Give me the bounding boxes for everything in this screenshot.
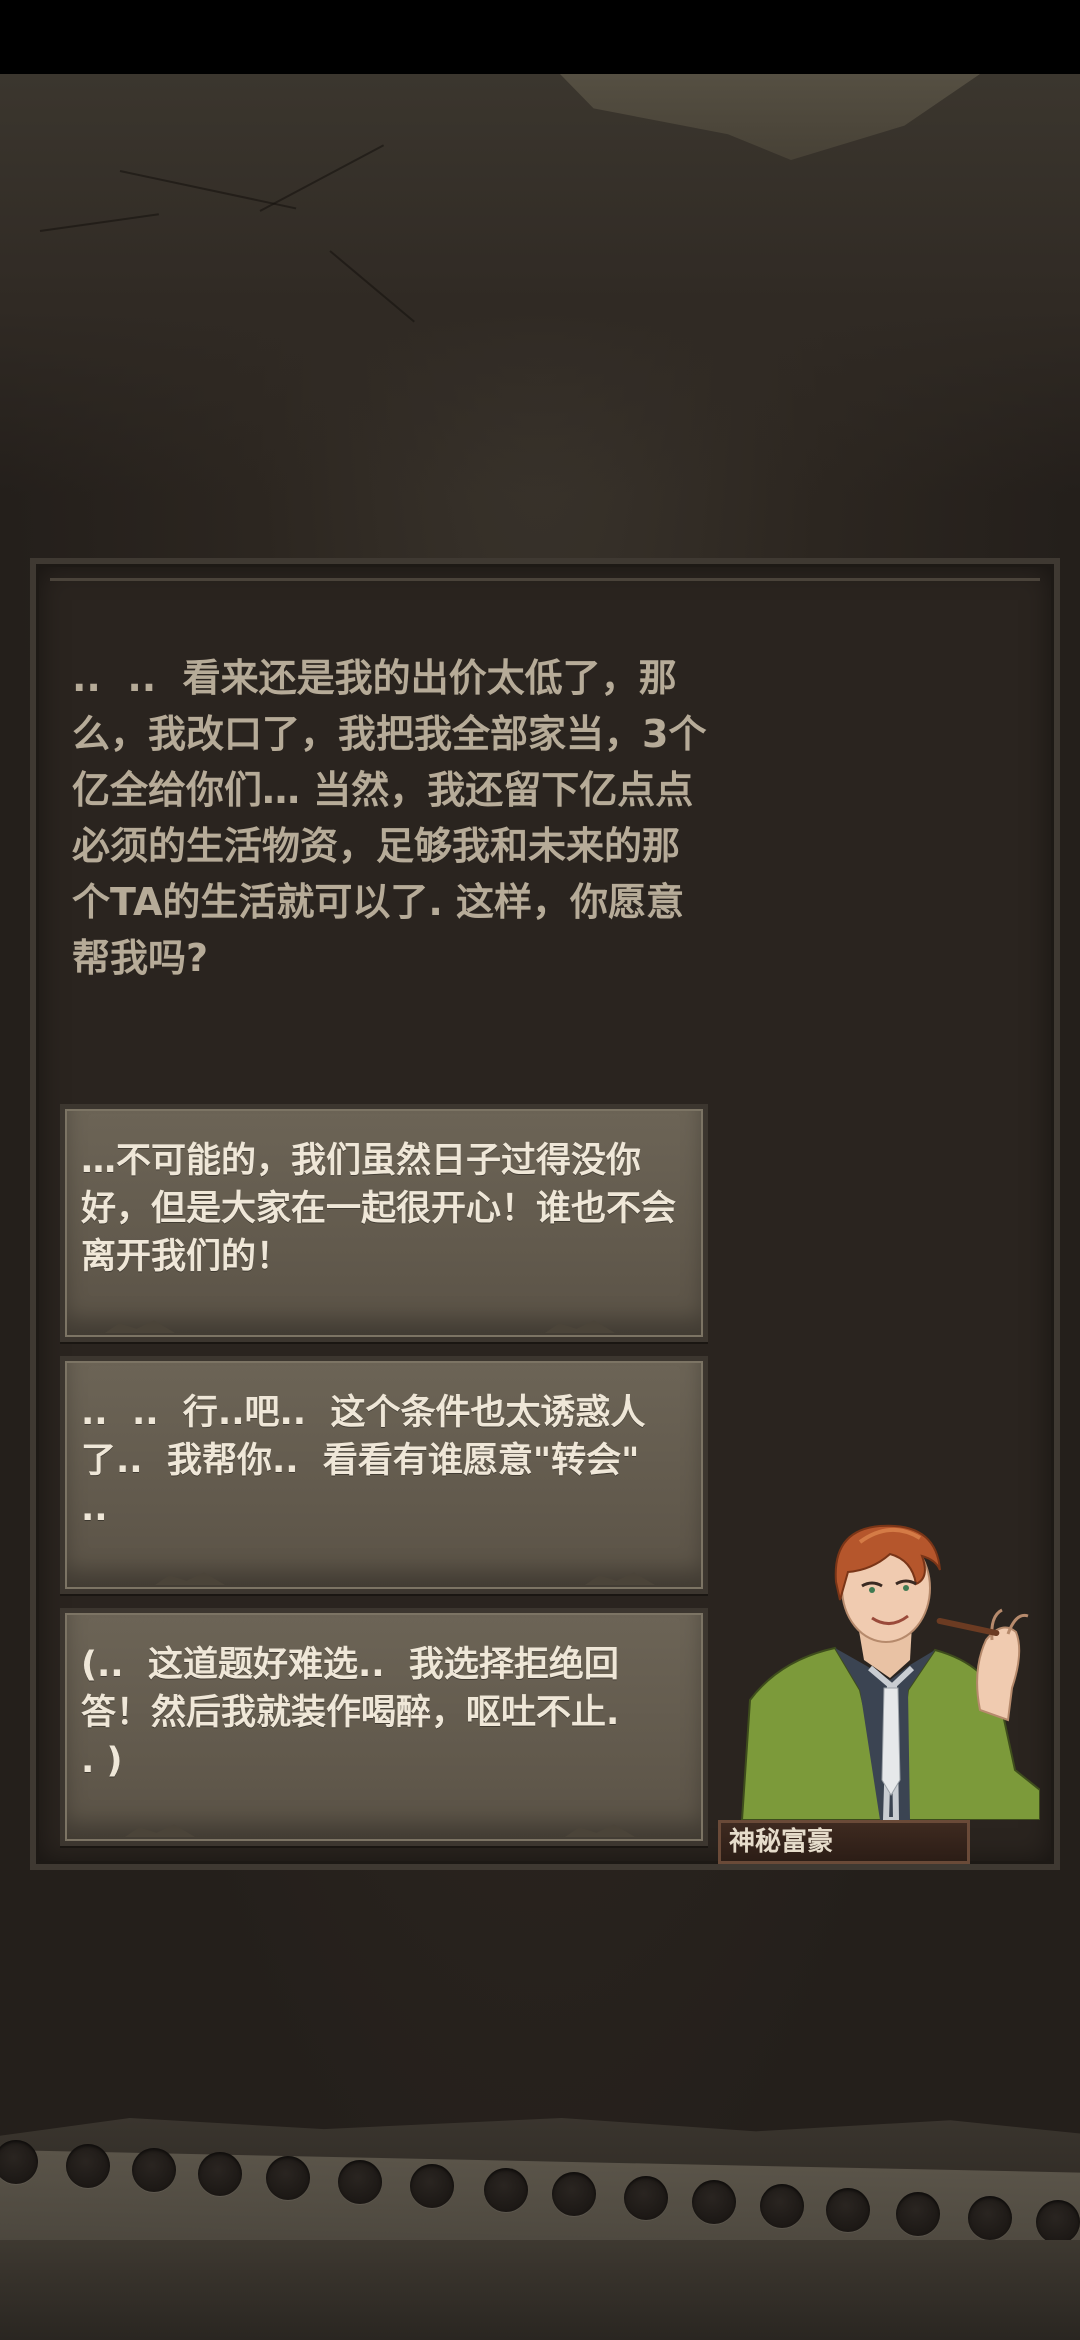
paper-tear [125, 1824, 195, 1837]
option-card-3[interactable]: (.. 这道题好难选.. 我选择拒绝回答！然后我就装作喝醉，呕吐不止. . ) [60, 1608, 708, 1846]
rivet-icon [66, 2144, 110, 2188]
rivet-icon [132, 2148, 176, 2192]
rivet-icon [760, 2184, 804, 2228]
rivet-icon [826, 2188, 870, 2232]
status-bar [0, 0, 1080, 74]
rivet-icon [338, 2160, 382, 2204]
rivet-icon [484, 2168, 528, 2212]
rivet-icon [198, 2152, 242, 2196]
paper-tear [545, 1320, 615, 1333]
option-card-1[interactable]: …不可能的，我们虽然日子过得没你好，但是大家在一起很开心！谁也不会离开我们的！ [60, 1104, 708, 1342]
rivet-icon [624, 2176, 668, 2220]
paper-tear [155, 1572, 225, 1585]
rivet-icon [968, 2196, 1012, 2240]
rivet-icon [410, 2164, 454, 2208]
option-text: .. .. 行..吧.. 这个条件也太诱惑人了.. 我帮你.. 看看有谁愿意"转… [81, 1393, 646, 1529]
rivet-icon [552, 2172, 596, 2216]
character-name: 神秘富豪 [729, 1827, 834, 1857]
rivet-icon [896, 2192, 940, 2236]
character-name-plate: 神秘富豪 [718, 1820, 970, 1864]
rivet-icon [266, 2156, 310, 2200]
rivet-icon [1036, 2200, 1080, 2244]
option-text: (.. 这道题好难选.. 我选择拒绝回答！然后我就装作喝醉，呕吐不止. . ) [81, 1645, 620, 1781]
paper-tear [565, 1824, 635, 1837]
rivet-icon [692, 2180, 736, 2224]
top-wall-texture [0, 74, 1080, 494]
game-screen: .. .. 看来还是我的出价太低了，那么，我改口了，我把我全部家当，3个亿全给你… [0, 0, 1080, 2340]
floor-ledge [0, 2240, 1080, 2340]
option-card-2[interactable]: .. .. 行..吧.. 这个条件也太诱惑人了.. 我帮你.. 看看有谁愿意"转… [60, 1356, 708, 1594]
option-text: …不可能的，我们虽然日子过得没你好，但是大家在一起很开心！谁也不会离开我们的！ [81, 1141, 677, 1277]
question-text: .. .. 看来还是我的出价太低了，那么，我改口了，我把我全部家当，3个亿全给你… [72, 656, 707, 980]
paper-tear [585, 1572, 655, 1585]
character-portrait-icon [740, 1524, 1040, 1820]
paper-tear [105, 1320, 175, 1333]
